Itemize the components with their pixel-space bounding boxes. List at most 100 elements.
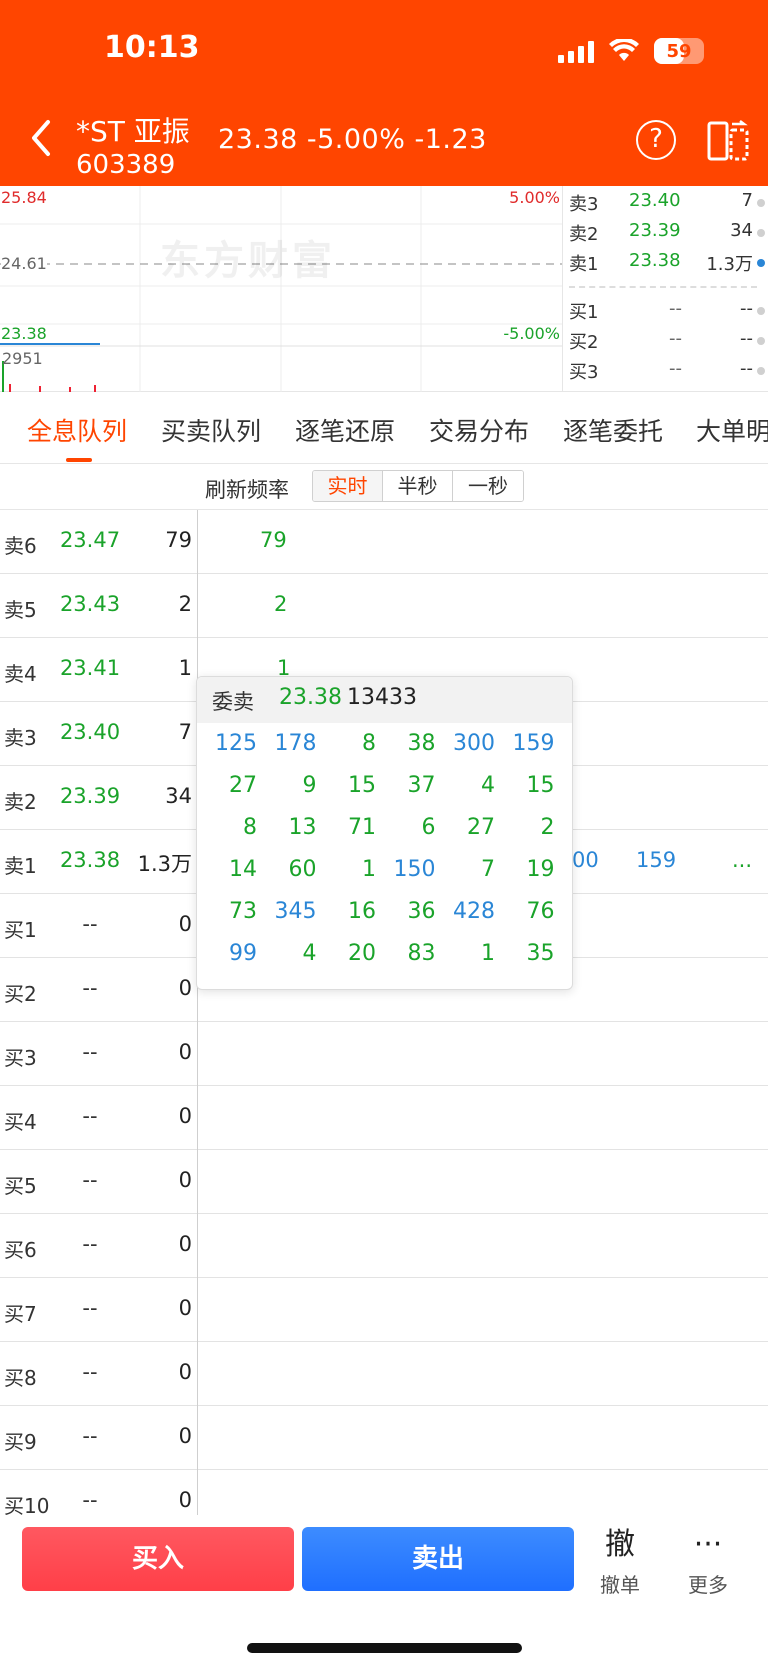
row-label: 买5: [4, 1174, 37, 1198]
refresh-segmented: 实时 半秒 一秒: [312, 470, 524, 502]
popup-order-cell: 71: [348, 815, 376, 840]
popup-order-cell: 4: [302, 941, 317, 966]
table-row: 买3 -- 0: [0, 1022, 768, 1086]
row-volume: 0: [178, 912, 192, 936]
popup-order-cell: 13: [288, 815, 317, 840]
cancel-label: 撤单: [600, 1573, 640, 1597]
popup-order-cell: 9: [302, 773, 317, 798]
cancel-order-button[interactable]: 撤 撤单: [580, 1525, 660, 1598]
more-button[interactable]: ··· 更多: [668, 1525, 748, 1598]
chart-pre-close: 24.61: [1, 254, 47, 273]
more-icon: ···: [693, 1527, 723, 1562]
screen: 10:13 59 *ST 亚振 603389 23.38 -5.00% -1.2…: [0, 0, 768, 1665]
chart-up-pct: 5.00%: [509, 188, 560, 207]
status-time: 10:13: [104, 30, 200, 65]
refresh-realtime[interactable]: 实时: [313, 471, 383, 501]
back-icon[interactable]: [26, 118, 56, 158]
chart-low: 23.38: [1, 324, 47, 343]
help-icon[interactable]: ?: [636, 120, 676, 160]
popup-order-cell: 15: [526, 773, 555, 798]
popup-order-cell: 6: [421, 815, 436, 840]
queue-order: 2: [274, 592, 288, 616]
depth-label: 买1: [569, 302, 599, 323]
intraday-chart[interactable]: 东方财富 25.84 24.61 23.38 5.00% -5.00% 2951: [0, 186, 562, 392]
popup-order-cell: 83: [407, 941, 436, 966]
row-label: 买6: [4, 1238, 37, 1262]
depth-row: 买2 -- --: [569, 328, 765, 356]
row-price: --: [82, 1232, 98, 1256]
depth-price: --: [669, 358, 682, 379]
depth-label: 买3: [569, 362, 599, 383]
depth-panel[interactable]: 卖3 23.40 7 卖2 23.39 34 卖1 23.38 1.3万 买1 …: [562, 186, 768, 392]
chart-down-pct: -5.00%: [503, 324, 560, 343]
popup-order-cell: 27: [229, 773, 257, 798]
sell-button[interactable]: 卖出: [302, 1527, 574, 1591]
popup-order-cell: 300: [453, 731, 495, 756]
popup-order-cell: 35: [526, 941, 555, 966]
bottom-bar: 买入 卖出 撤 撤单 ··· 更多: [0, 1515, 768, 1665]
depth-divider: [569, 286, 757, 288]
buy-button[interactable]: 买入: [22, 1527, 294, 1591]
popup-order-cell: 1: [481, 941, 495, 966]
popup-order-cell: 8: [362, 731, 376, 756]
tab-trade-distribution[interactable]: 交易分布: [429, 412, 529, 448]
tab-full-queue[interactable]: 全息队列: [27, 412, 127, 448]
table-row: 买6 -- 0: [0, 1214, 768, 1278]
row-label: 买3: [4, 1046, 37, 1070]
tab-tick-orders[interactable]: 逐笔委托: [563, 412, 663, 448]
popup-order-cell: 7: [481, 857, 495, 882]
table-row: 卖6 23.47 79 79: [0, 510, 768, 574]
tab-bar: 全息队列 买卖队列 逐笔还原 交易分布 逐笔委托 大单明: [0, 392, 768, 464]
row-volume: 2: [178, 592, 192, 616]
depth-label: 买2: [569, 332, 599, 353]
table-row: 买9 -- 0: [0, 1406, 768, 1470]
row-label: 卖6: [4, 534, 37, 558]
depth-volume: --: [740, 358, 753, 379]
popup-order-cell: 27: [467, 815, 495, 840]
popup-title: 委卖: [212, 690, 254, 714]
tab-tick-restore[interactable]: 逐笔还原: [295, 412, 395, 448]
depth-volume: 7: [741, 190, 753, 211]
row-price: --: [82, 1488, 98, 1512]
popup-order-cell: 60: [288, 857, 317, 882]
depth-volume: 1.3万: [706, 254, 753, 275]
popup-order-cell: 20: [348, 941, 376, 966]
queue-order: 159: [636, 848, 677, 872]
queue-more[interactable]: ...: [732, 848, 752, 872]
tab-large-orders[interactable]: 大单明: [696, 412, 768, 448]
popup-order-cell: 159: [512, 731, 555, 756]
row-label: 卖1: [4, 854, 37, 878]
chart-grid: [0, 186, 562, 392]
landscape-switch-icon[interactable]: [706, 120, 750, 162]
popup-order-cell: 37: [407, 773, 436, 798]
refresh-half-second[interactable]: 半秒: [383, 471, 453, 501]
mini-chart-panel: 东方财富 25.84 24.61 23.38 5.00% -5.00% 2951…: [0, 186, 768, 392]
column-divider: [197, 510, 198, 1515]
table-row: 买7 -- 0: [0, 1278, 768, 1342]
row-price: --: [82, 1168, 98, 1192]
popup-order-cell: 150: [393, 857, 436, 882]
tab-buy-sell-queue[interactable]: 买卖队列: [161, 412, 261, 448]
depth-row: 买1 -- --: [569, 298, 765, 326]
sell-queue-popup[interactable]: 委卖 23.38 13433 125 178 8 38 300 159 27 9 15 37 4 15…: [196, 676, 573, 990]
popup-order-cell: 1: [362, 857, 376, 882]
order-book[interactable]: 卖6 23.47 79 79 卖5 23.43 2 2 卖4 23.41 1 1…: [0, 510, 768, 1518]
row-volume: 79: [165, 528, 192, 552]
popup-order-cell: 125: [215, 731, 257, 756]
popup-order-cell: 428: [453, 899, 495, 924]
popup-volume: 13433: [347, 685, 417, 710]
row-label: 买9: [4, 1430, 37, 1454]
row-price: 23.41: [59, 656, 121, 680]
row-price: --: [82, 1040, 98, 1064]
battery-icon: 59: [654, 38, 704, 64]
row-price: 23.40: [59, 720, 121, 744]
row-price: 23.39: [59, 784, 121, 808]
popup-order-cell: 16: [348, 899, 376, 924]
queue-order: 79: [260, 528, 287, 552]
row-label: 卖2: [4, 790, 37, 814]
more-label: 更多: [688, 1573, 728, 1597]
refresh-one-second[interactable]: 一秒: [453, 471, 523, 501]
row-volume: 7: [178, 720, 192, 744]
popup-order-cell: 15: [348, 773, 376, 798]
depth-row: 卖2 23.39 34: [569, 220, 765, 248]
